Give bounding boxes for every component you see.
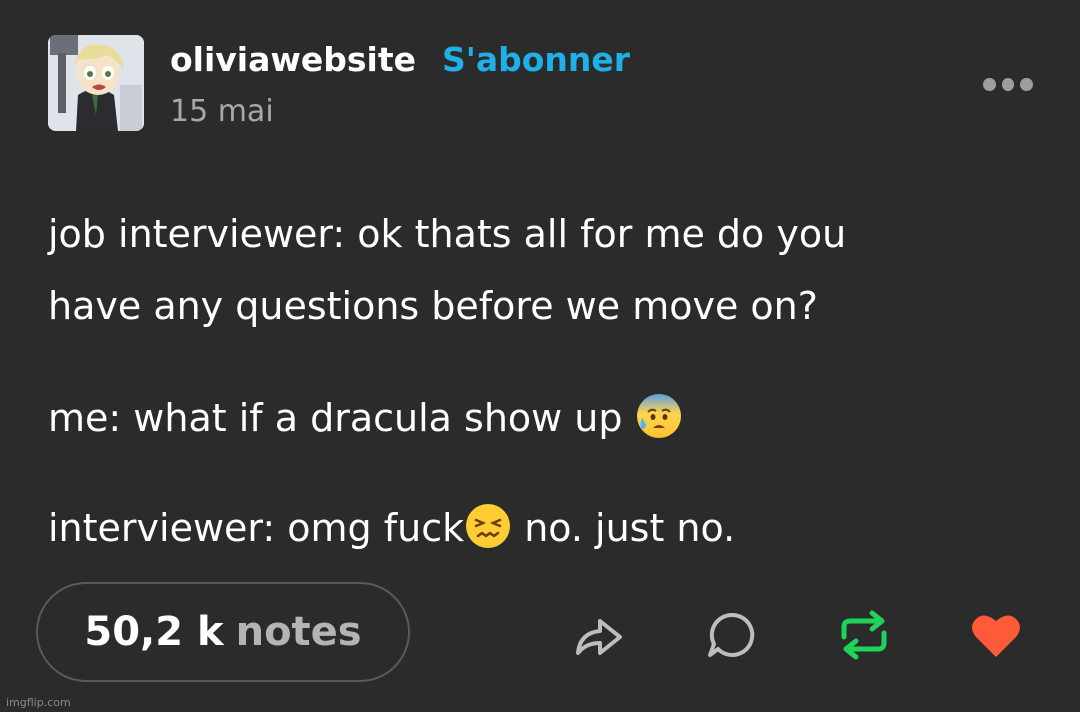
- notes-button[interactable]: 50,2 k notes: [36, 582, 410, 682]
- reply-icon[interactable]: [704, 607, 760, 663]
- post-text-line: me: what if a dracula show up: [48, 392, 683, 440]
- share-icon[interactable]: [570, 607, 626, 663]
- post-text: no. just no.: [524, 506, 736, 550]
- notes-count: 50,2 k: [84, 609, 224, 655]
- avatar[interactable]: [48, 35, 144, 131]
- confounded-face-emoji: [464, 502, 512, 550]
- post-text: me: what if a dracula show up: [48, 396, 623, 440]
- username-link[interactable]: oliviawebsite: [170, 40, 416, 79]
- post-text-line: job interviewer: ok thats all for me do …: [48, 212, 847, 256]
- post-date: 15 mai: [170, 94, 274, 129]
- post-text-line: interviewer: omg fuck no. just no.: [48, 502, 735, 550]
- like-icon[interactable]: [968, 607, 1024, 663]
- notes-label: notes: [235, 609, 362, 655]
- post-text: interviewer: omg fuck: [48, 506, 465, 550]
- ellipsis-icon[interactable]: [983, 76, 1034, 92]
- follow-button[interactable]: S'abonner: [442, 40, 630, 79]
- reblog-icon[interactable]: [836, 607, 892, 663]
- watermark: imgflip.com: [6, 696, 71, 709]
- post-text-line: have any questions before we move on?: [48, 284, 818, 328]
- anxious-face-with-sweat-emoji: [635, 392, 683, 440]
